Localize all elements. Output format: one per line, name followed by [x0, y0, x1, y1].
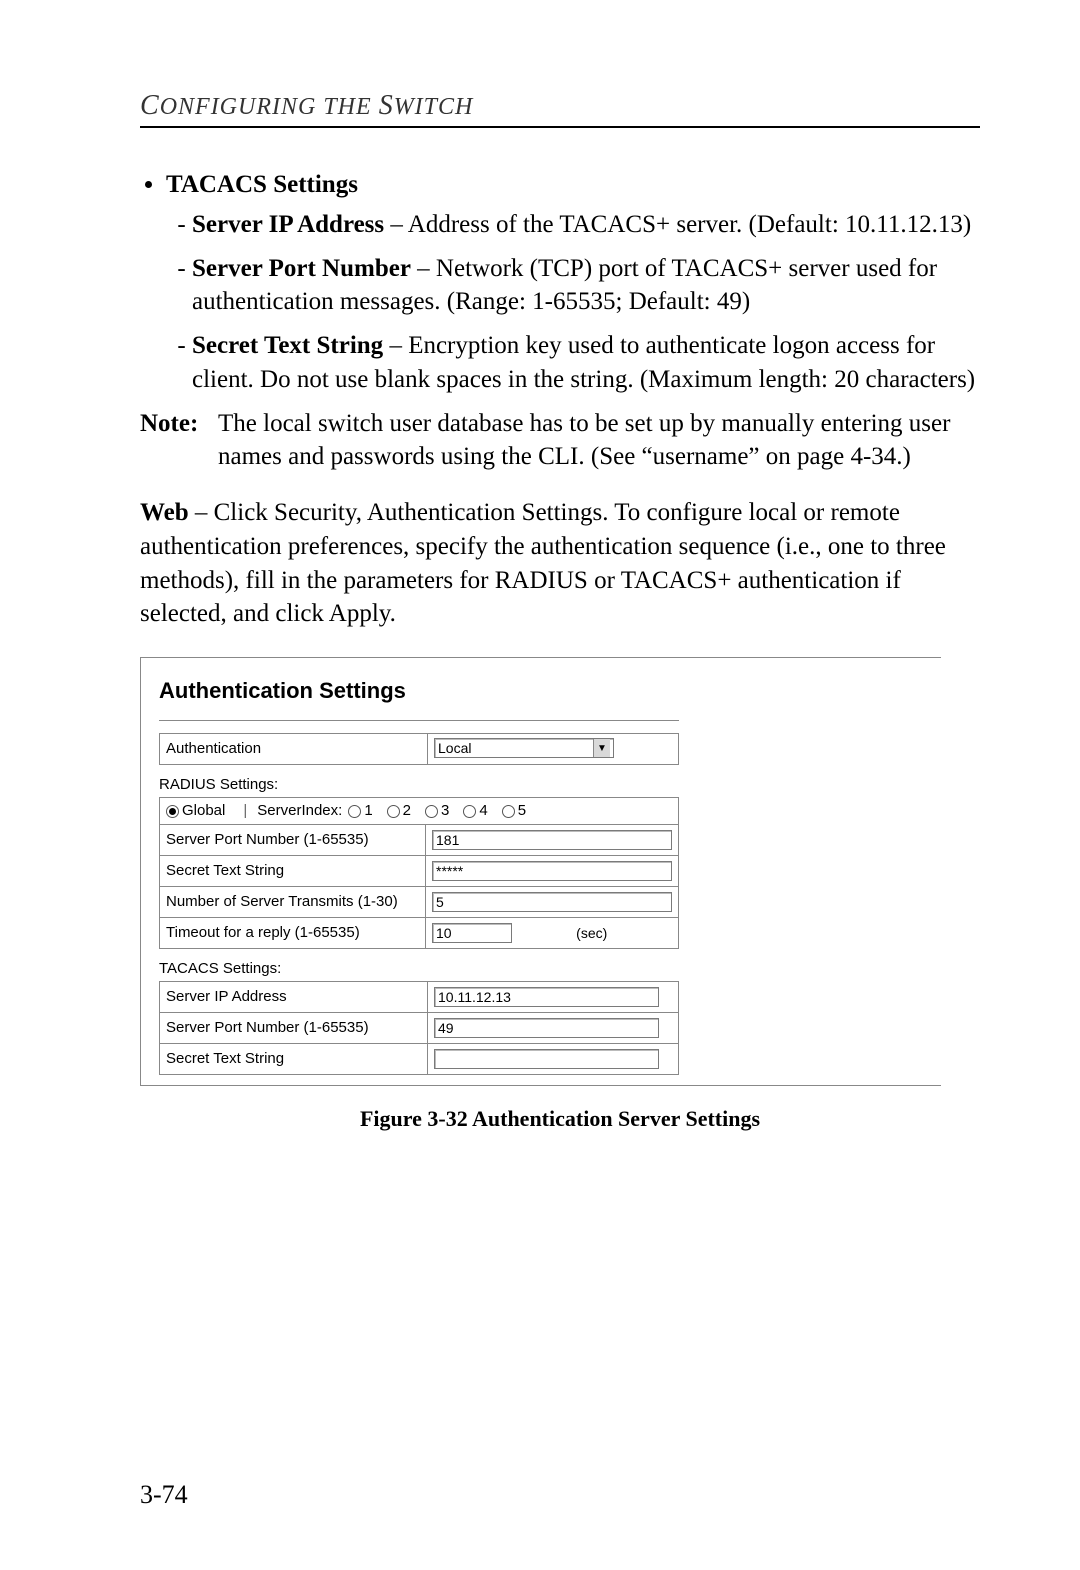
list-item: Server Port Number – Network (TCP) port …: [192, 252, 980, 320]
web-paragraph: Web – Click Security, Authentication Set…: [140, 496, 980, 631]
table-row: Number of Server Transmits (1-30): [160, 887, 679, 918]
figure-caption: Figure 3-32 Authentication Server Settin…: [140, 1104, 980, 1134]
tacacs-heading: TACACS Settings: [166, 171, 358, 198]
figure-title: Authentication Settings: [159, 676, 931, 706]
auth-label: Authentication: [160, 733, 428, 764]
table-row: Timeout for a reply (1-65535) (sec): [160, 918, 679, 949]
tacacs-ip-input[interactable]: [434, 987, 659, 1007]
tacacs-section-label: TACACS Settings:: [159, 959, 931, 979]
table-row: Server Port Number (1-65535): [160, 825, 679, 856]
radius-port-input[interactable]: [432, 830, 672, 850]
chevron-down-icon[interactable]: ▼: [593, 739, 610, 757]
page-number: 3-74: [140, 1480, 188, 1510]
note-block: Note: The local switch user database has…: [140, 407, 980, 475]
document-page: CONFIGURING THE SWITCH TACACS Settings S…: [0, 0, 1080, 1570]
list-item: Secret Text String – Encryption key used…: [192, 329, 980, 397]
tacacs-secret-input[interactable]: [434, 1049, 659, 1069]
serverindex-2-radio[interactable]: 2: [387, 801, 411, 821]
table-row: Secret Text String: [160, 1044, 679, 1075]
radius-secret-input[interactable]: [432, 861, 672, 881]
radius-table: Server Port Number (1-65535) Secret Text…: [159, 824, 679, 949]
header-rule: [140, 126, 980, 128]
body-text: TACACS Settings Server IP Address – Addr…: [140, 168, 980, 1134]
separator: |: [243, 801, 247, 821]
global-radio[interactable]: Global: [166, 801, 225, 821]
figure-screenshot: Authentication Settings Authentication L…: [140, 657, 941, 1086]
figure-rule: [159, 720, 679, 721]
serverindex-1-radio[interactable]: 1: [348, 801, 372, 821]
serverindex-4-radio[interactable]: 4: [463, 801, 487, 821]
radius-transmits-input[interactable]: [432, 892, 672, 912]
note-label: Note:: [140, 407, 218, 475]
tacacs-table: Server IP Address Server Port Number (1-…: [159, 981, 679, 1075]
running-head: CONFIGURING THE SWITCH: [140, 90, 980, 122]
radius-timeout-input[interactable]: [432, 923, 512, 943]
table-row: Server Port Number (1-65535): [160, 1013, 679, 1044]
note-text: The local switch user database has to be…: [218, 407, 980, 475]
serverindex-5-radio[interactable]: 5: [502, 801, 526, 821]
radius-section-label: RADIUS Settings:: [159, 775, 931, 795]
tacacs-port-input[interactable]: [434, 1018, 659, 1038]
auth-table: Authentication Local ▼: [159, 733, 679, 765]
table-row: Server IP Address: [160, 982, 679, 1013]
timeout-unit: (sec): [576, 925, 607, 941]
serverindex-3-radio[interactable]: 3: [425, 801, 449, 821]
radius-scope-row: Global | ServerIndex: 1 2 3 4 5: [159, 797, 679, 824]
authentication-select-value: Local: [438, 739, 471, 758]
authentication-select[interactable]: Local ▼: [434, 738, 614, 758]
list-item: Server IP Address – Address of the TACAC…: [192, 208, 980, 242]
table-row: Secret Text String: [160, 856, 679, 887]
serverindex-label: ServerIndex:: [257, 801, 342, 821]
